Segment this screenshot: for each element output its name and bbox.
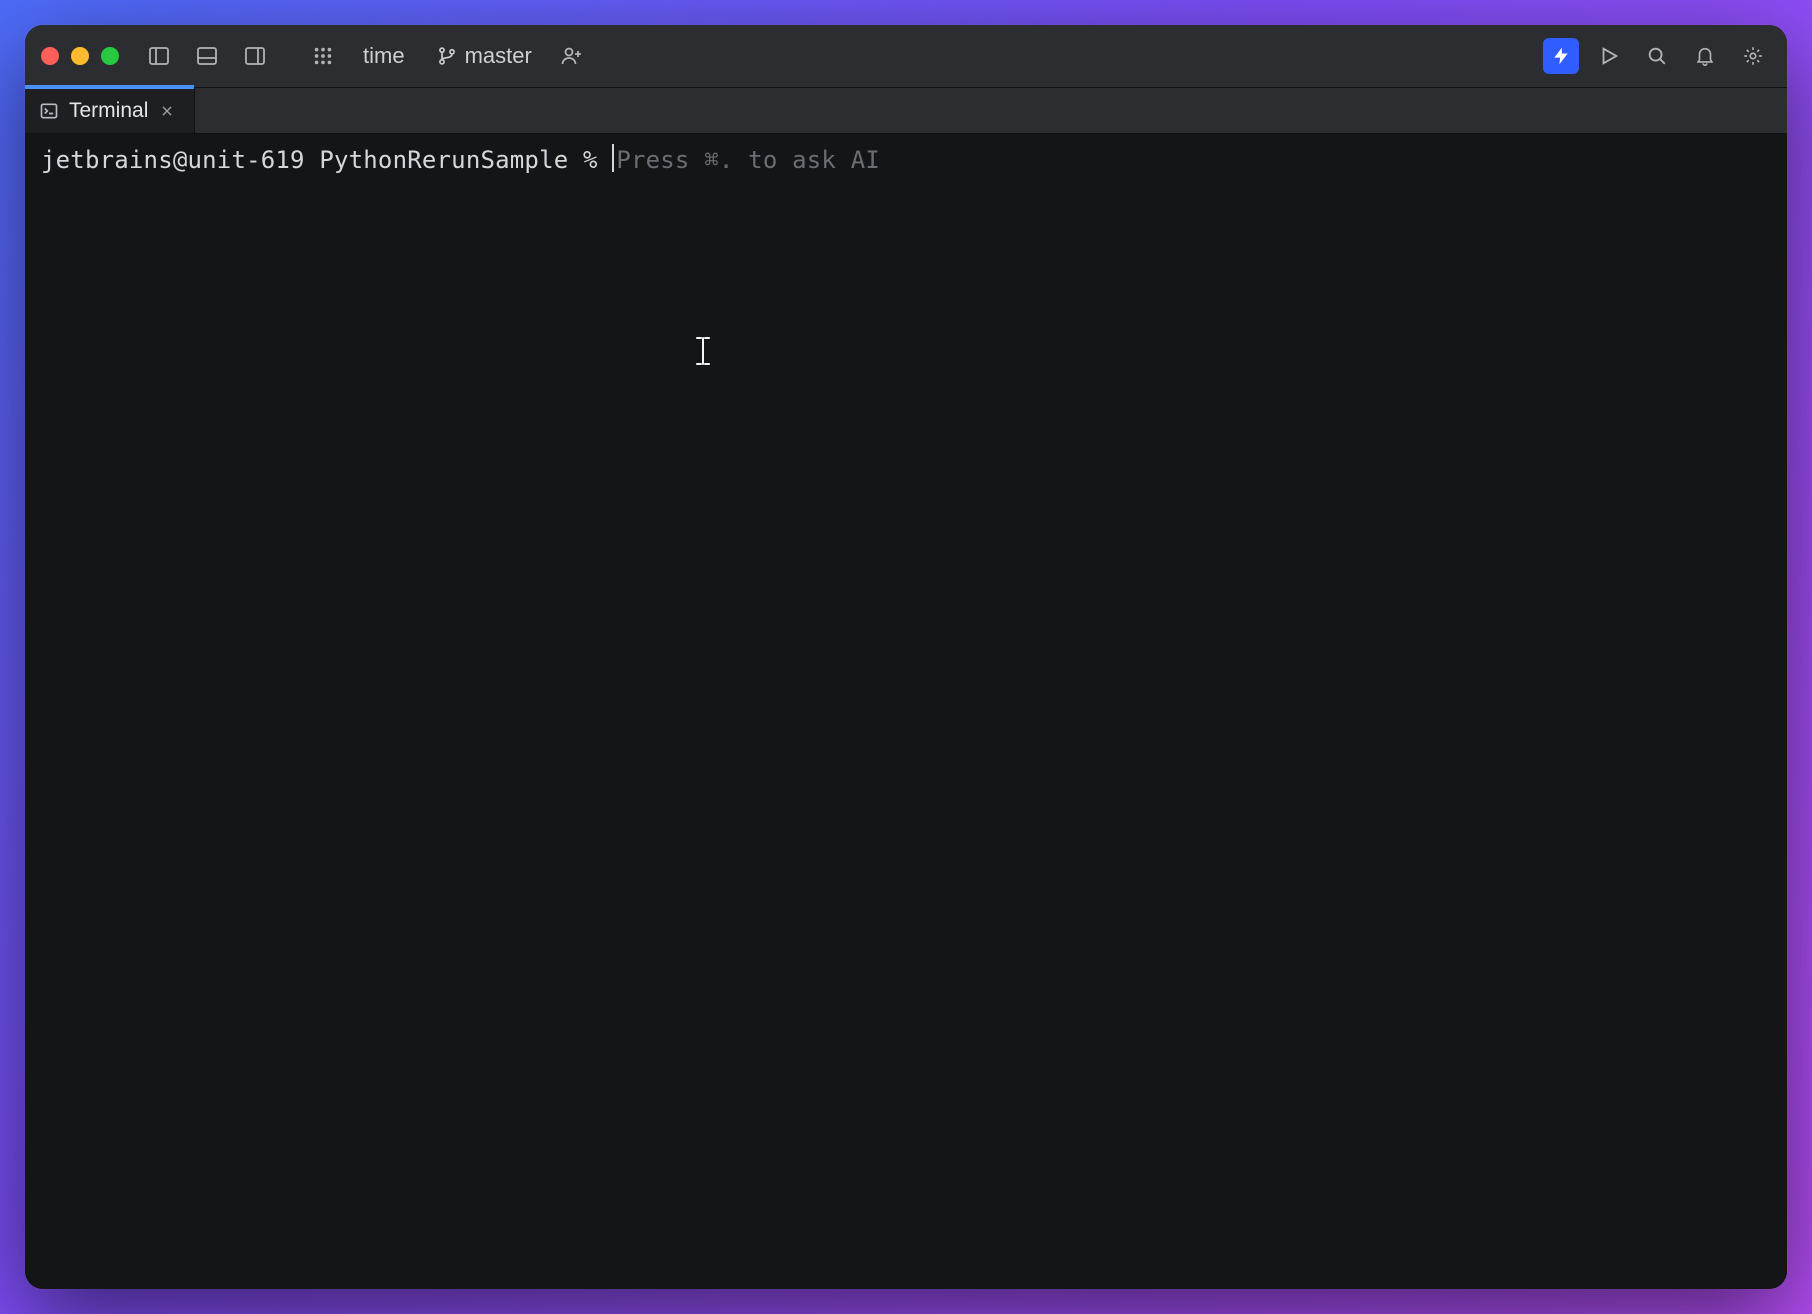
run-button[interactable]: [1591, 38, 1627, 74]
branch-label: master: [465, 43, 532, 69]
search-button[interactable]: [1639, 38, 1675, 74]
tab-active-indicator: [25, 85, 194, 89]
play-icon: [1598, 45, 1620, 67]
notifications-button[interactable]: [1687, 38, 1723, 74]
panel-right-icon: [243, 44, 267, 68]
terminal-panel[interactable]: jetbrains@unit-619 PythonRerunSample % P…: [25, 134, 1787, 1289]
panel-left-icon: [147, 44, 171, 68]
bottom-panel-toggle[interactable]: [189, 38, 225, 74]
tab-close-button[interactable]: [158, 102, 176, 120]
lightning-icon: [1551, 45, 1571, 67]
close-window-button[interactable]: [41, 47, 59, 65]
search-icon: [1646, 45, 1668, 67]
left-panel-toggle[interactable]: [141, 38, 177, 74]
editor-tab-bar: Terminal: [25, 88, 1787, 134]
ai-assistant-button[interactable]: [1543, 38, 1579, 74]
project-label: time: [363, 43, 405, 69]
window-controls: [41, 47, 119, 65]
app-launcher-button[interactable]: [305, 38, 341, 74]
settings-button[interactable]: [1735, 38, 1771, 74]
person-plus-icon: [560, 44, 584, 68]
minimize-window-button[interactable]: [71, 47, 89, 65]
text-cursor-icon: [693, 336, 713, 366]
gear-icon: [1742, 45, 1764, 67]
branch-icon: [437, 45, 457, 67]
titlebar: time master: [25, 25, 1787, 88]
terminal-line: jetbrains@unit-619 PythonRerunSample % P…: [41, 144, 1771, 174]
bell-icon: [1694, 45, 1716, 67]
terminal-icon: [39, 101, 59, 121]
tab-label: Terminal: [69, 99, 148, 123]
right-panel-toggle[interactable]: [237, 38, 273, 74]
ide-window: time master: [25, 25, 1787, 1289]
terminal-caret: [612, 144, 614, 172]
grid-icon: [312, 45, 334, 67]
close-icon: [160, 104, 174, 118]
maximize-window-button[interactable]: [101, 47, 119, 65]
tab-terminal[interactable]: Terminal: [25, 88, 195, 133]
terminal-prompt: jetbrains@unit-619 PythonRerunSample %: [41, 146, 612, 174]
project-selector[interactable]: time: [353, 37, 415, 75]
panel-bottom-icon: [195, 44, 219, 68]
terminal-ghost-hint: Press ⌘. to ask AI: [616, 146, 880, 174]
vcs-branch-selector[interactable]: master: [427, 37, 542, 75]
invite-collaborator-button[interactable]: [554, 38, 590, 74]
